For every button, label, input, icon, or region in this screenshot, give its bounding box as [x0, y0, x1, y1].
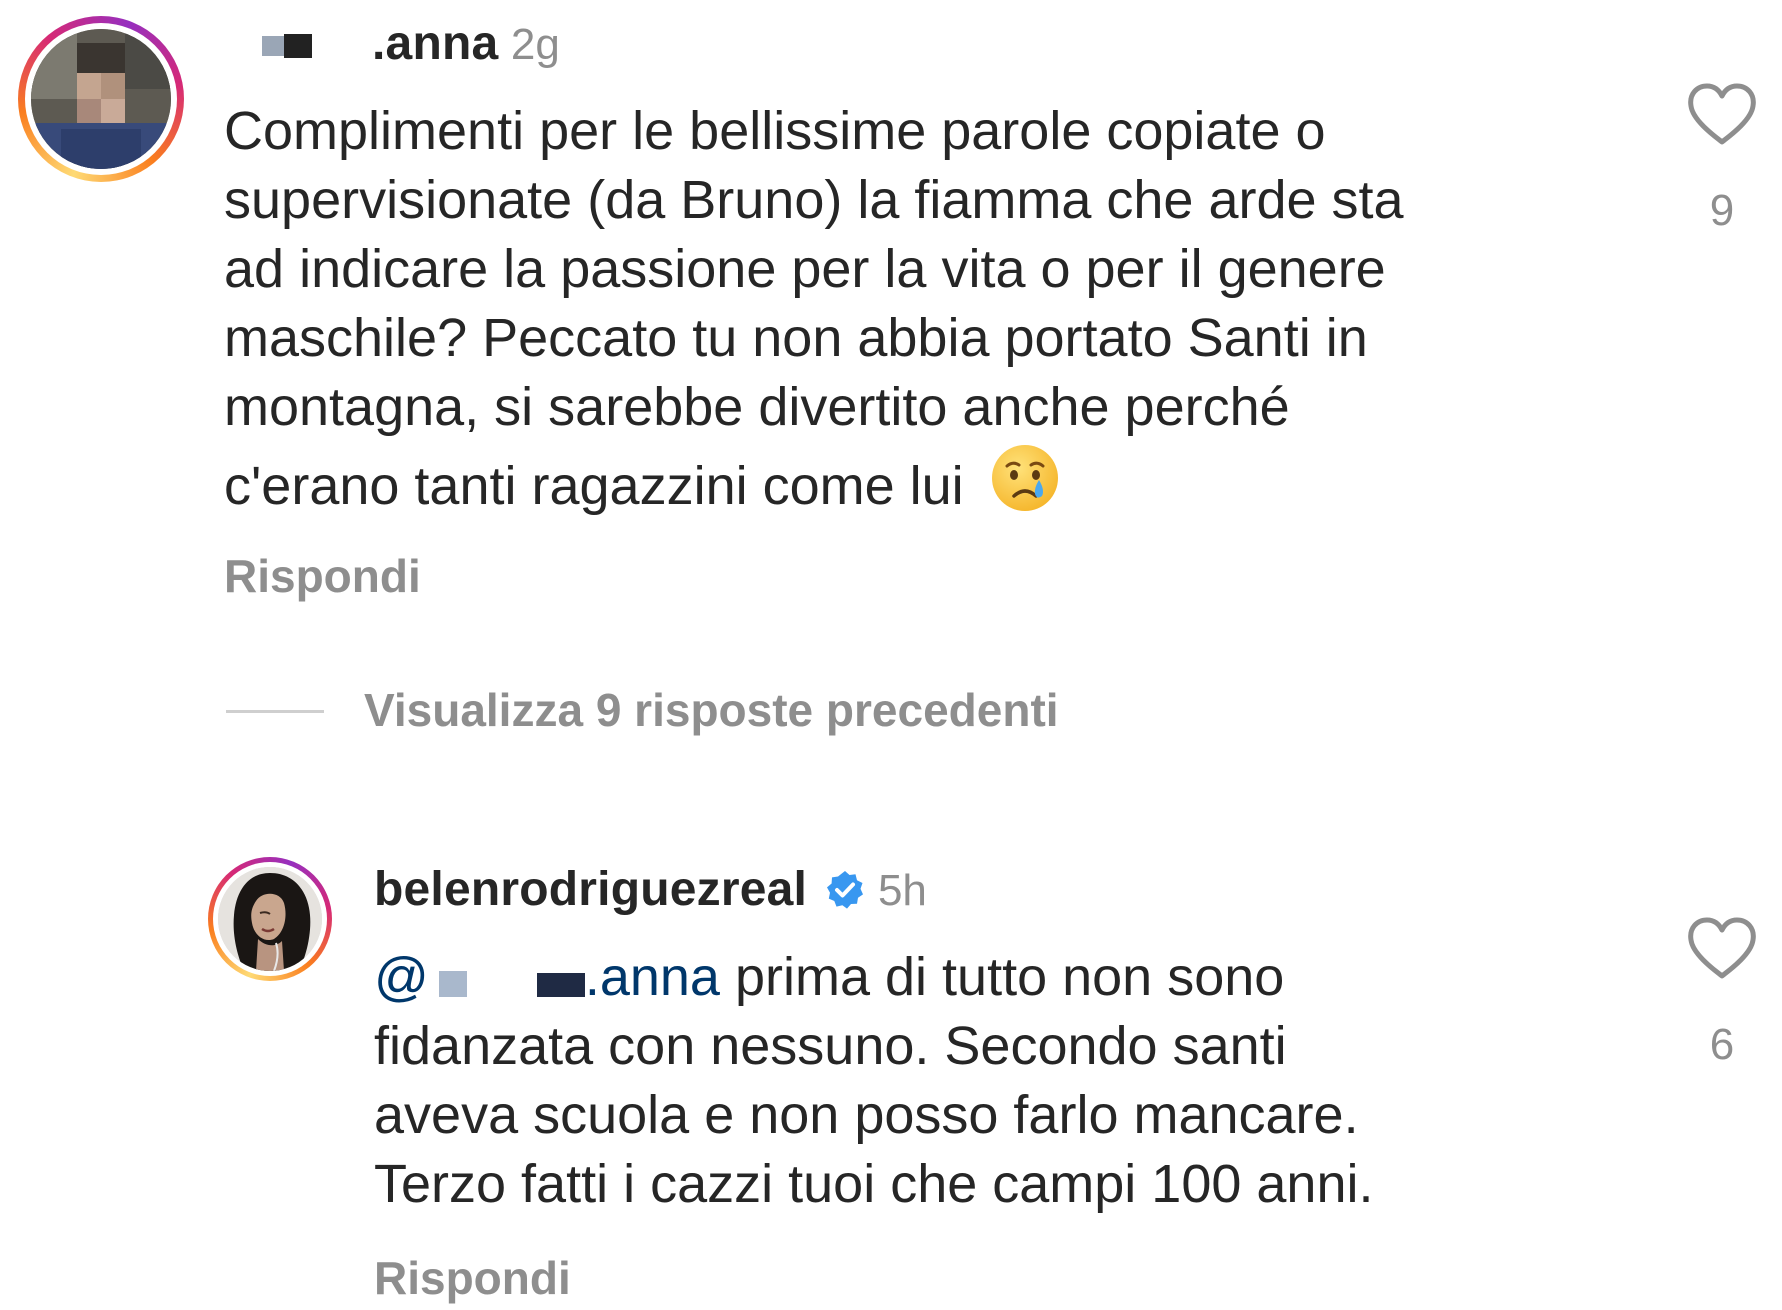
reply-button[interactable]: Rispondi: [374, 1250, 571, 1306]
reply-button[interactable]: Rispondi: [224, 548, 421, 604]
username-dot: .: [372, 17, 386, 70]
comment-line: Complimenti per le bellissime parole cop…: [224, 101, 1326, 161]
comment-line: c'erano tanti ragazzini come lui: [224, 456, 964, 516]
comment-line: prima di tutto non sono: [719, 947, 1285, 1007]
username[interactable]: belenrodriguezreal: [374, 863, 807, 916]
comment-line: Terzo fatti i cazzi tuoi che campi 100 a…: [374, 1154, 1374, 1214]
username[interactable]: .anna 2g: [372, 14, 560, 74]
mention-redaction: [536, 973, 585, 997]
like-button[interactable]: [1687, 82, 1757, 146]
comment-line: fidanzata con nessuno. Secondo santi: [374, 1016, 1287, 1076]
crying-emoji: [989, 442, 1061, 531]
username-redaction: [262, 36, 284, 56]
comment-line: montagna, si sarebbe divertito anche per…: [224, 377, 1290, 437]
username-redaction: [284, 34, 312, 58]
avatar-photo: [31, 29, 171, 169]
heart-outline-icon: [1688, 917, 1756, 979]
comment-1: .anna 2g Complimenti per le bellissime p…: [0, 0, 1782, 640]
view-previous-replies-button[interactable]: Visualizza 9 risposte precedenti: [364, 682, 1059, 738]
comment-text: Complimenti per le bellissime parole cop…: [224, 97, 1604, 531]
verified-badge-icon: [824, 869, 866, 937]
comment-line-first: @ .anna prima di tutto non sono: [374, 943, 1674, 1012]
timestamp: 5h: [877, 866, 927, 915]
mention-text: .anna: [584, 947, 720, 1007]
like-button[interactable]: [1687, 916, 1757, 980]
mention-redaction: [438, 971, 467, 997]
comment-text: @ .anna prima di tutto non sono fidanzata…: [374, 943, 1674, 1219]
comment-line: aveva scuola e non posso farlo mancare.: [374, 1085, 1359, 1145]
avatar[interactable]: [208, 857, 332, 981]
avatar-photo: [218, 867, 322, 971]
replies-divider: [226, 710, 324, 713]
comment-line: ad indicare la passione per la vita o pe…: [224, 239, 1386, 299]
comment-line: maschile? Peccato tu non abbia portato S…: [224, 308, 1368, 368]
comment-line: supervisionate (da Bruno) la fiamma che …: [224, 170, 1404, 230]
like-count: 9: [1709, 186, 1735, 235]
timestamp: 2g: [510, 20, 560, 69]
username-row: belenrodriguezreal 5h: [374, 860, 927, 920]
mention-link[interactable]: @ .anna: [374, 947, 720, 1007]
mention-redaction: [466, 971, 537, 997]
like-count: 6: [1709, 1020, 1735, 1069]
comment-2: belenrodriguezreal 5h @ .anna prima di tu…: [0, 840, 1782, 1310]
comment-line-last: c'erano tanti ragazzini come lui: [224, 442, 1604, 531]
username-text: anna: [385, 17, 499, 70]
mention-at: @: [374, 947, 429, 1007]
avatar[interactable]: [18, 16, 184, 182]
heart-outline-icon: [1688, 83, 1756, 145]
